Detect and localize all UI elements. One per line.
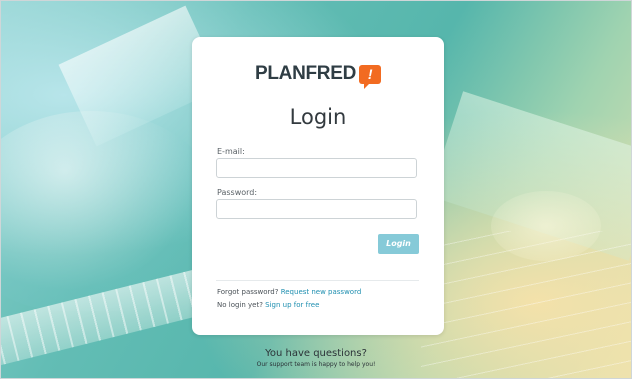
signup-text: No login yet? — [217, 301, 263, 309]
email-label: E-mail: — [217, 147, 245, 156]
forgot-password-line: Forgot password? Request new password — [217, 288, 361, 296]
support-heading: You have questions? — [265, 348, 367, 359]
logo-text: PLANFRED — [254, 63, 357, 84]
forgot-password-text: Forgot password? — [217, 288, 279, 296]
login-card: PLANFRED! Login E-mail: Password: Login … — [192, 37, 444, 335]
exclamation-badge-icon: ! — [359, 64, 382, 89]
password-label: Password: — [217, 188, 258, 197]
support-subtext: Our support team is happy to help you! — [256, 361, 376, 368]
request-new-password-link[interactable]: Request new password — [281, 288, 362, 296]
divider — [216, 280, 419, 281]
login-button[interactable]: Login — [378, 234, 419, 254]
sign-up-link[interactable]: Sign up for free — [265, 301, 319, 309]
background-photo: PLANFRED! Login E-mail: Password: Login … — [0, 0, 632, 379]
background-hand — [491, 191, 601, 261]
password-field[interactable] — [216, 199, 417, 219]
signup-line: No login yet? Sign up for free — [217, 301, 319, 309]
brand-logo: PLANFRED! — [192, 63, 444, 89]
email-field[interactable] — [216, 158, 417, 178]
page-title: Login — [289, 105, 347, 129]
